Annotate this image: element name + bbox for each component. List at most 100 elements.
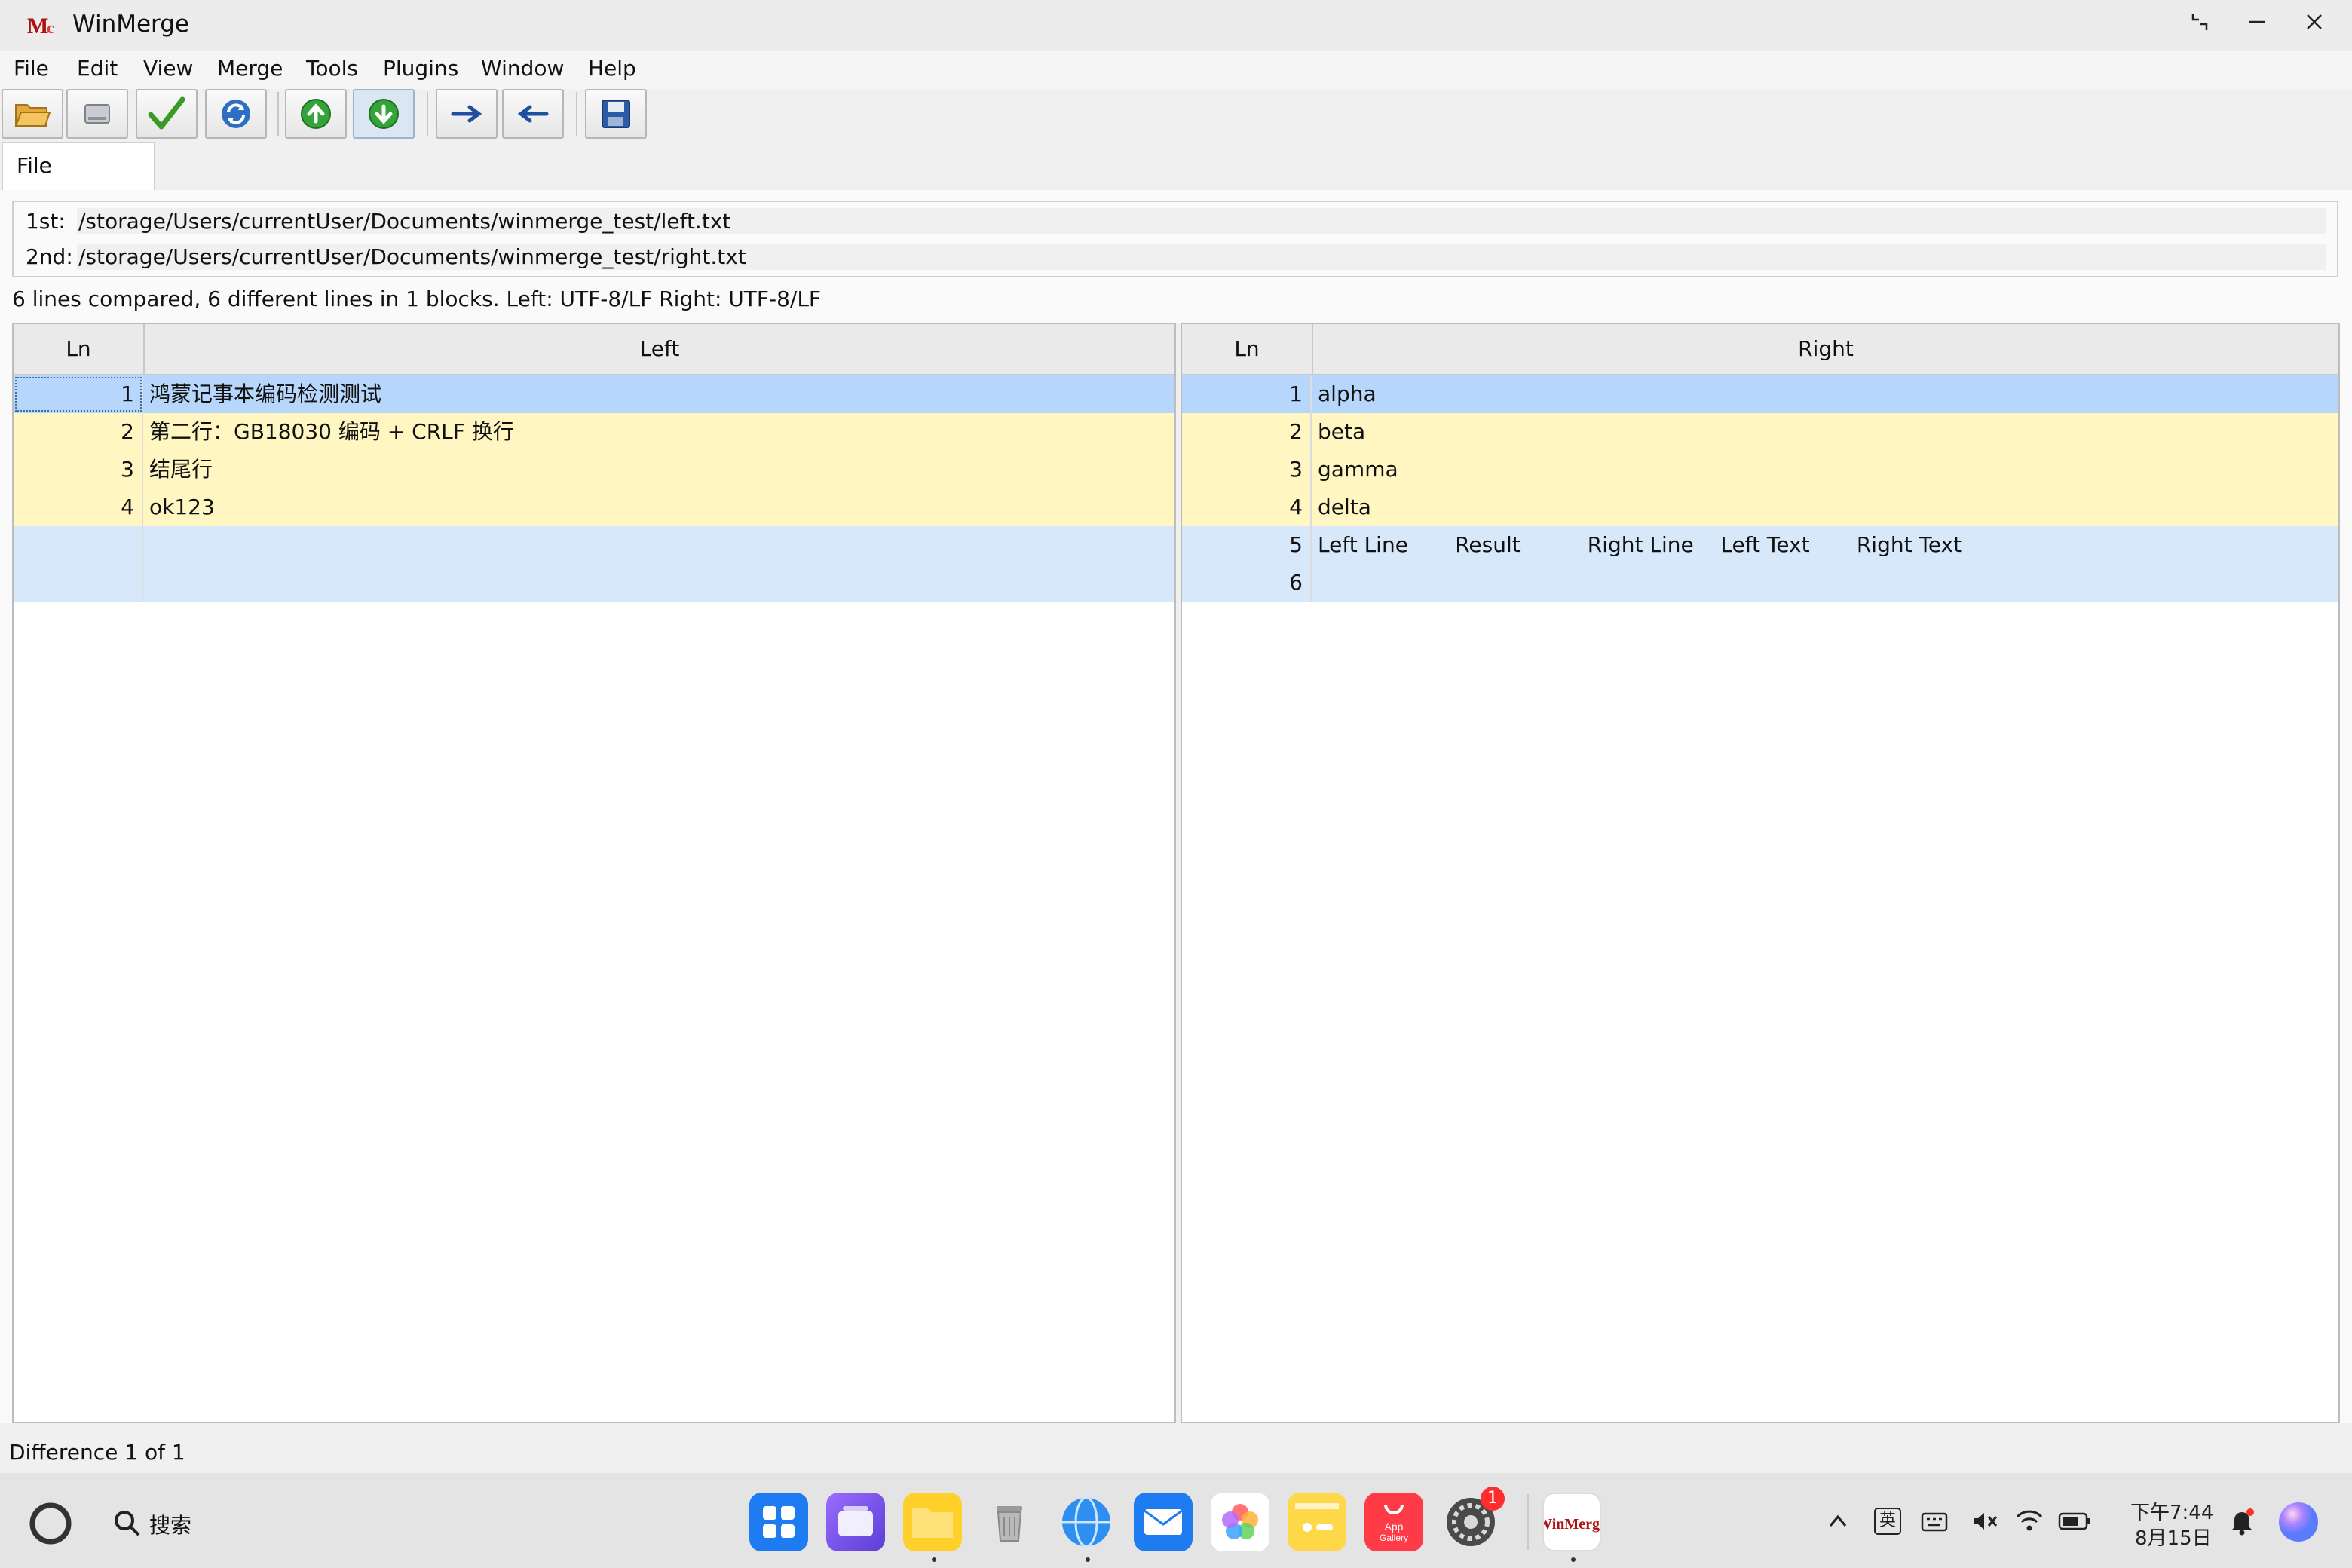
right-pane[interactable]: Ln Right 1 alpha 2 beta 3 gamma 4 delta … [1181, 323, 2340, 1423]
assistant-orb-icon[interactable] [2275, 1499, 2322, 1545]
open-button[interactable] [2, 89, 63, 139]
left-arrow-icon [517, 105, 549, 123]
wifi-icon[interactable] [2014, 1508, 2044, 1533]
svg-text:c: c [47, 18, 54, 37]
accept-button[interactable] [136, 89, 198, 139]
right-line-5[interactable]: 5 Left Line Result Right Line Left Text … [1182, 526, 2338, 564]
tab-file-compare[interactable]: File Compare [2, 142, 155, 223]
minimize-icon[interactable] [2240, 11, 2274, 41]
menu-window[interactable]: Window [481, 56, 564, 81]
running-indicator [1086, 1557, 1090, 1562]
right-line-1[interactable]: 1 alpha [1182, 375, 2338, 413]
checkmark-icon [148, 96, 185, 130]
copy-left-button[interactable] [502, 89, 564, 139]
close-icon[interactable] [2298, 11, 2331, 41]
difference-status: Difference 1 of 1 [9, 1440, 185, 1465]
toolbar-separator [427, 92, 428, 136]
photos-icon[interactable] [1211, 1493, 1269, 1551]
prev-diff-button[interactable] [285, 89, 347, 139]
keyboard-icon[interactable] [1921, 1509, 1948, 1533]
right-line-6[interactable]: 6 [1182, 564, 2338, 602]
svg-text:M: M [27, 14, 48, 38]
notification-bell-icon[interactable] [2227, 1506, 2257, 1536]
notification-badge: 1 [1481, 1487, 1505, 1511]
app-gallery-sublabel: Gallery [1380, 1533, 1408, 1543]
restore-icon[interactable] [2183, 11, 2216, 41]
menu-view[interactable]: View [143, 56, 193, 81]
clock-date[interactable]: 8月15日 [2135, 1523, 2212, 1551]
left-line-blank[interactable] [14, 564, 1174, 602]
window-title: WinMerge [72, 11, 189, 38]
line-text: 鸿蒙记事本编码检测测试 [149, 381, 382, 406]
chevron-up-icon[interactable] [1827, 1512, 1848, 1530]
line-text: Left Line Result Right Line Left Text Ri… [1318, 532, 1962, 557]
battery-icon[interactable] [2058, 1511, 2091, 1532]
down-arrow-icon [369, 99, 399, 129]
line-text [149, 526, 1174, 564]
dock-separator [1527, 1494, 1529, 1550]
save-icon [602, 100, 630, 128]
right-pane-header: Ln Right [1182, 324, 2338, 375]
mail-icon[interactable] [1134, 1493, 1193, 1551]
menu-help[interactable]: Help [588, 56, 636, 81]
toolbar-separator [277, 92, 279, 136]
ime-indicator[interactable]: 英 [1874, 1508, 1901, 1535]
next-diff-button[interactable] [353, 89, 415, 139]
first-path-value[interactable]: /storage/Users/currentUser/Documents/win… [78, 209, 730, 234]
right-line-4[interactable]: 4 delta [1182, 488, 2338, 526]
multitask-icon[interactable] [826, 1493, 885, 1551]
winmerge-taskbar-label: WinMerge [1544, 1516, 1600, 1533]
copy-right-button[interactable] [436, 89, 498, 139]
left-line-2[interactable]: 2 第二行：GB18030 编码 + CRLF 换行 [14, 413, 1174, 451]
left-line-4[interactable]: 4 ok123 [14, 488, 1174, 526]
left-line-blank[interactable] [14, 526, 1174, 564]
left-pane-header: Ln Left [14, 324, 1174, 375]
volume-muted-icon[interactable] [1971, 1509, 2001, 1533]
menu-edit[interactable]: Edit [77, 56, 118, 81]
menu-tools[interactable]: Tools [306, 56, 358, 81]
app-launcher-icon[interactable] [749, 1493, 808, 1551]
second-path-value[interactable]: /storage/Users/currentUser/Documents/win… [78, 244, 746, 269]
line-text [149, 564, 1174, 602]
left-pane[interactable]: Ln Left 1 鸿蒙记事本编码检测测试 2 第二行：GB18030 编码 +… [12, 323, 1176, 1423]
save-button[interactable] [585, 89, 647, 139]
first-path-label: 1st: [26, 209, 66, 234]
search-icon[interactable] [112, 1508, 142, 1538]
line-text: gamma [1318, 457, 1398, 482]
trash-icon[interactable] [980, 1493, 1039, 1551]
search-label[interactable]: 搜索 [149, 1509, 191, 1539]
line-number: 1 [1182, 375, 1312, 413]
winmerge-logo-icon: M c [27, 14, 54, 38]
right-line-3[interactable]: 3 gamma [1182, 451, 2338, 488]
left-line-1[interactable]: 1 鸿蒙记事本编码检测测试 [14, 375, 1174, 413]
drive-button[interactable] [66, 89, 128, 139]
line-text [1318, 564, 2338, 602]
refresh-icon [222, 100, 250, 128]
menu-merge[interactable]: Merge [217, 56, 283, 81]
app-gallery-icon[interactable]: App Gallery [1364, 1493, 1423, 1551]
menu-file[interactable]: File [14, 56, 49, 81]
clock-time[interactable]: 下午7:44 [2130, 1497, 2213, 1525]
tab-strip [0, 142, 2352, 191]
line-number [14, 564, 143, 602]
files-icon[interactable] [903, 1493, 962, 1551]
left-text-header: Left [639, 336, 680, 361]
winmerge-taskbar-icon[interactable]: WinMerge [1537, 1493, 1606, 1551]
browser-icon[interactable] [1057, 1493, 1116, 1551]
start-icon[interactable] [27, 1500, 74, 1547]
line-number: 2 [1182, 413, 1312, 451]
toolbar-separator [576, 92, 577, 136]
status-bar: Difference 1 of 1 [0, 1423, 2352, 1473]
line-number: 3 [14, 451, 143, 488]
right-line-2[interactable]: 2 beta [1182, 413, 2338, 451]
right-text-header: Right [1798, 336, 1854, 361]
running-indicator [1571, 1557, 1576, 1562]
notes-icon[interactable] [1288, 1493, 1346, 1551]
open-folder-icon [14, 104, 51, 127]
compare-summary: 6 lines compared, 6 different lines in 1… [12, 286, 822, 311]
refresh-button[interactable] [205, 89, 267, 139]
left-line-3[interactable]: 3 结尾行 [14, 451, 1174, 488]
up-arrow-icon [301, 99, 331, 129]
menu-plugins[interactable]: Plugins [383, 56, 458, 81]
line-text: beta [1318, 419, 1366, 444]
